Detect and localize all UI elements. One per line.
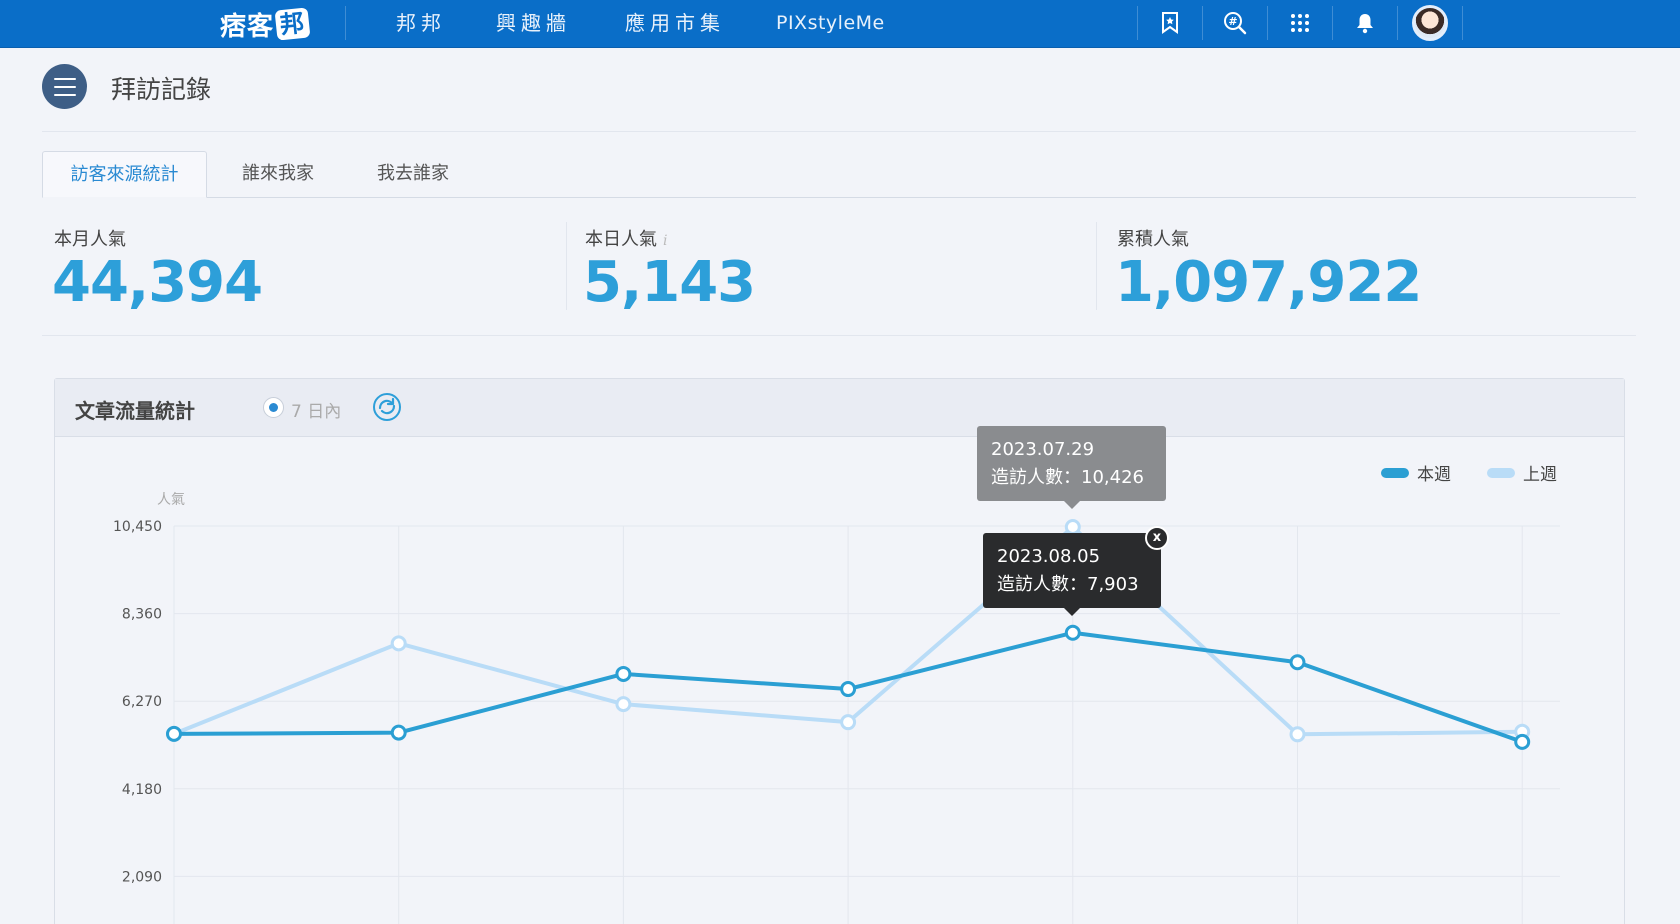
data-point bbox=[1514, 733, 1531, 750]
data-point bbox=[166, 725, 182, 742]
data-point bbox=[1064, 624, 1081, 641]
tooltip-close-button[interactable]: x bbox=[1145, 526, 1169, 550]
tooltip-this-week: 2023.08.05 造訪人數：7,903 bbox=[983, 533, 1161, 616]
tooltip-last-week: 2023.07.29 造訪人數：10,426 bbox=[977, 426, 1166, 509]
data-point bbox=[1289, 654, 1306, 671]
y-axis-label: 人氣 bbox=[157, 492, 185, 508]
tooltip-text: 造訪人數：7,903 bbox=[997, 574, 1139, 595]
data-point bbox=[615, 665, 632, 682]
y-tick-label: 4,180 bbox=[122, 782, 162, 798]
y-tick-label: 2,090 bbox=[122, 869, 162, 885]
y-tick-label: 6,270 bbox=[122, 694, 162, 710]
tooltip-date: 2023.07.29 bbox=[991, 439, 1095, 460]
traffic-line-chart: 10,450 8,360 6,270 4,180 2,090 人氣 bbox=[113, 492, 1560, 924]
tooltip-text: 造訪人數：10,426 bbox=[991, 467, 1144, 488]
tooltip-date: 2023.08.05 bbox=[997, 546, 1101, 567]
data-point bbox=[390, 724, 407, 741]
data-point bbox=[1289, 726, 1306, 743]
data-point bbox=[840, 714, 857, 731]
data-point bbox=[840, 681, 857, 698]
data-point bbox=[1064, 519, 1081, 536]
y-tick-label: 8,360 bbox=[122, 607, 162, 623]
y-tick-label: 10,450 bbox=[113, 519, 162, 535]
data-point bbox=[615, 696, 632, 713]
data-point bbox=[390, 635, 407, 652]
